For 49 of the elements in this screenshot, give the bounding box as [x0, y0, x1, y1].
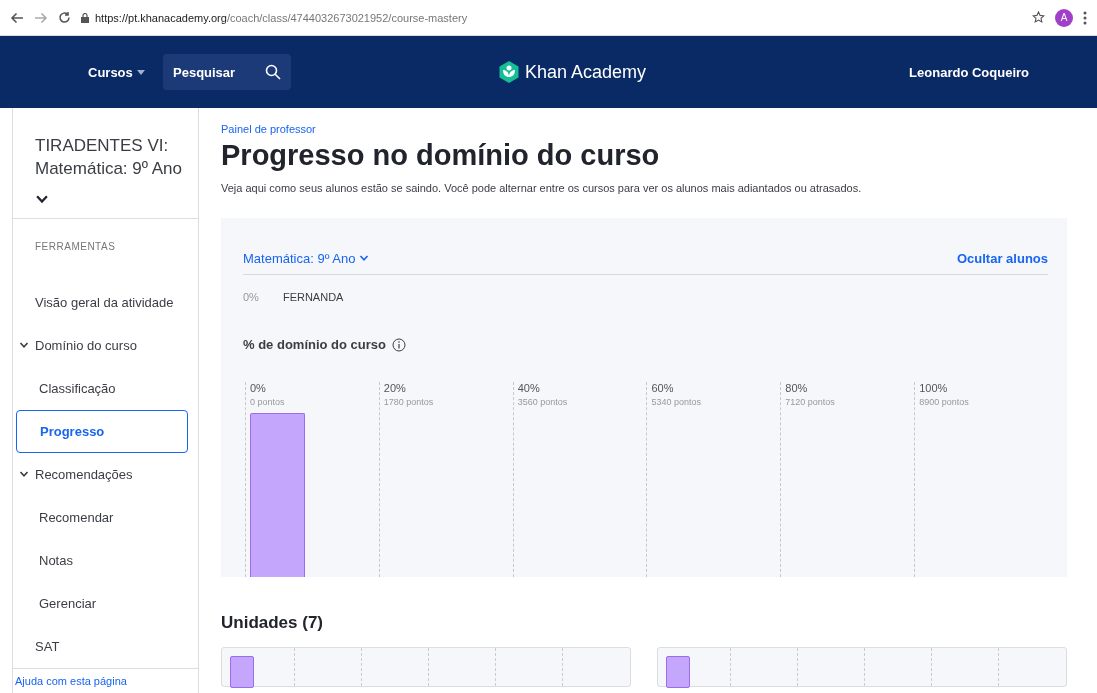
reload-icon[interactable]	[58, 11, 71, 24]
bucket-percent: 0%	[250, 382, 267, 394]
bucket-points: 8900 pontos	[919, 397, 970, 407]
bucket-points: 7120 pontos	[785, 397, 836, 407]
bucket-points: 1780 pontos	[383, 397, 435, 407]
search-field[interactable]: Pesquisar	[163, 54, 291, 90]
courses-menu[interactable]: Cursos	[88, 64, 158, 80]
bucket-points: 0 pontos	[250, 397, 286, 407]
sidebar-item[interactable]: Recomendações	[13, 452, 198, 496]
profile-avatar[interactable]: A	[1055, 8, 1073, 27]
sidebar-item[interactable]: Classificação	[13, 366, 198, 410]
breadcrumb-link[interactable]: Painel de professor	[221, 123, 1067, 135]
chart-label: % de domínio do curso	[243, 337, 386, 352]
sidebar-item[interactable]: Gerenciar	[13, 581, 198, 625]
sidebar-item[interactable]: Recomendar	[13, 495, 198, 539]
page-description: Veja aqui como seus alunos estão se saindo. Você pode alternar entre os cursos para ver os alunos mais adiantados ou atrasados.	[221, 182, 863, 194]
student-percent: 0%	[243, 291, 259, 303]
help-link[interactable]: Ajuda com esta página	[15, 674, 127, 687]
bucket-percent: 60%	[651, 382, 675, 394]
search-icon	[265, 64, 281, 80]
back-icon[interactable]	[10, 11, 24, 24]
bucket-percent: 100%	[919, 382, 949, 394]
site-logo-text[interactable]: Khan Academy	[525, 61, 647, 83]
sidebar-item[interactable]: Visão geral da atividade	[13, 280, 198, 324]
menu-icon[interactable]	[1083, 10, 1087, 25]
hide-students-link[interactable]: Ocultar alunos	[956, 250, 1048, 266]
page-title: Progresso no domínio do curso	[221, 139, 661, 172]
leaf-logo-icon	[499, 61, 519, 83]
chevron-down-icon	[359, 253, 370, 263]
star-icon[interactable]	[1032, 11, 1045, 24]
bucket-points: 5340 pontos	[651, 397, 703, 407]
user-name[interactable]: Leonardo Coqueiro	[909, 64, 1029, 80]
sidebar-item[interactable]: SAT	[13, 624, 198, 668]
class-title: TIRADENTES VI: Matemática: 9º Ano	[35, 135, 183, 180]
info-icon[interactable]	[392, 337, 406, 352]
sidebar-item[interactable]: Notas	[13, 538, 198, 582]
bucket-points: 3560 pontos	[517, 397, 569, 407]
sidebar-item[interactable]: Progresso	[16, 409, 188, 453]
section-label: FERRAMENTAS	[34, 240, 117, 254]
bucket-percent: 40%	[517, 382, 541, 394]
bucket-percent: 20%	[383, 382, 407, 394]
lock-icon	[81, 12, 89, 23]
sidebar-item[interactable]: Domínio do curso	[13, 323, 198, 367]
address-bar[interactable]: https://pt.khanacademy.org/coach/class/4744032673021952/course-mastery	[95, 11, 468, 24]
course-dropdown[interactable]: Matemática: 9º Ano	[243, 250, 370, 266]
bucket-percent: 80%	[785, 382, 809, 394]
caret-icon	[136, 69, 145, 75]
student-name[interactable]: FERNANDA	[282, 291, 344, 303]
units-heading: Unidades (7)	[221, 613, 325, 633]
